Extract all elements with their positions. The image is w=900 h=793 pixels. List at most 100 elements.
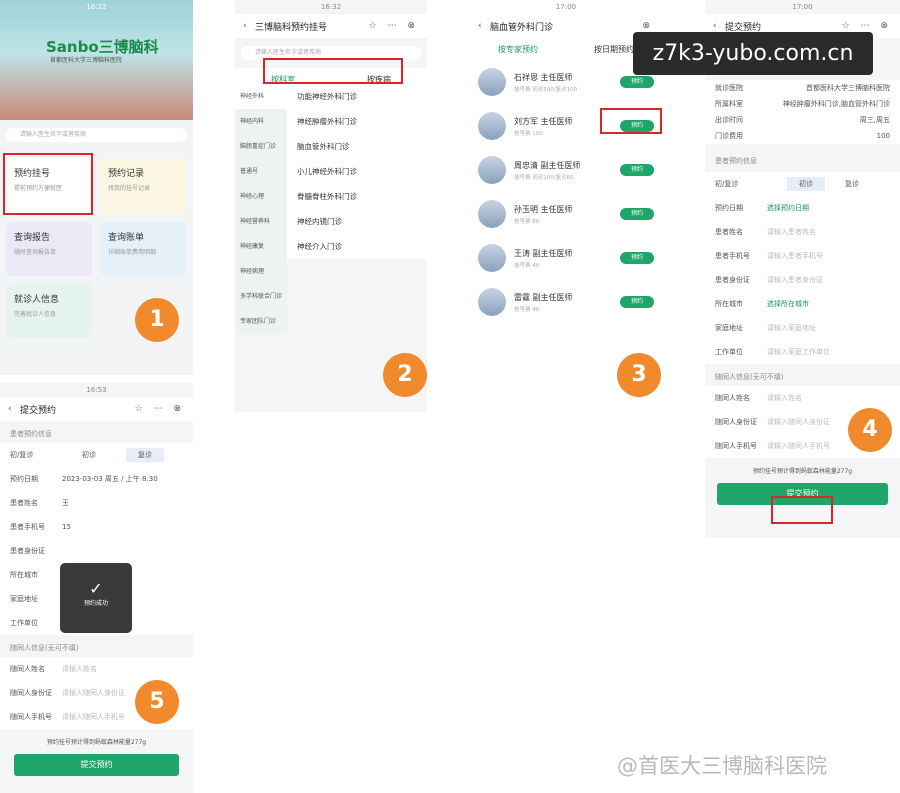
back-icon[interactable]: ‹ (713, 21, 725, 31)
field-label: 所在城市 (715, 300, 743, 308)
highlight-book (600, 108, 662, 134)
clinic-item[interactable]: 神经内镜门诊 (287, 209, 427, 234)
book-button[interactable]: 预约 (620, 296, 654, 308)
highlight-appointment (3, 153, 93, 215)
field-label: 随同人姓名 (10, 665, 45, 673)
sidebar-item[interactable]: 神经外科 (235, 84, 287, 109)
menu-icon[interactable]: ⊗ (642, 21, 654, 31)
clinic-item[interactable]: 脊髓脊柱外科门诊 (287, 184, 427, 209)
return-visit-option[interactable]: 复诊 (126, 448, 164, 462)
tab-by-expert[interactable]: 按专家预约 (498, 44, 538, 55)
doctor-item: 王涛 副主任医师 挂号费 40 预约 (470, 236, 662, 280)
menu-icon[interactable]: ☆ ⋯ ⊗ (135, 404, 185, 414)
clinic-item[interactable]: 神经介入门诊 (287, 234, 427, 259)
page-title: 提交预约 (725, 22, 762, 33)
department-sidebar: 神经外科 神经内科 脑肠重症门诊 普通号 神经心理 神经营养科 神经康复 神经病… (235, 84, 287, 334)
step-number: 3 (617, 353, 661, 397)
phone-input[interactable]: 请输入患者手机号 (767, 251, 823, 261)
doctor-name: 刘方军 主任医师 (514, 116, 573, 126)
section-title: 随同人信息(无可不填) (10, 644, 79, 652)
clinic-item[interactable]: 脑血管外科门诊 (287, 134, 427, 159)
work-input[interactable]: 请输入家庭工作单位 (767, 347, 830, 357)
doctor-item: 雷霆 副主任医师 挂号费 40 预约 (470, 280, 662, 324)
companion-phone-input[interactable]: 请输入随同人手机号 (767, 441, 830, 451)
field-label: 患者手机号 (715, 252, 750, 260)
doctor-fee: 挂号费 初诊100/复诊60 (514, 174, 574, 181)
date-picker[interactable]: 选择预约日期 (767, 203, 809, 213)
search-input[interactable]: 请输入医生名字或者疾病 (6, 128, 187, 142)
doctor-fee: 挂号费 100 (514, 130, 543, 137)
date-value: 2023-03-03 周五 / 上午 8:30 (62, 475, 158, 483)
visit-label: 初/复诊 (715, 180, 739, 188)
sidebar-item[interactable]: 脑肠重症门诊 (235, 134, 287, 159)
field-label: 患者身份证 (715, 276, 750, 284)
status-time: 17:00 (792, 3, 813, 11)
companion-name-input[interactable]: 请输入姓名 (767, 393, 802, 403)
id-input[interactable]: 请输入患者身份证 (767, 275, 823, 285)
clinic-item[interactable]: 神经肿瘤外科门诊 (287, 109, 427, 134)
address-input[interactable]: 请输入家庭地址 (767, 323, 816, 333)
sidebar-item[interactable]: 专家团队门诊 (235, 309, 287, 334)
page-title: 脑血管外科门诊 (490, 22, 554, 33)
back-icon[interactable]: ‹ (243, 21, 255, 31)
sidebar-item[interactable]: 神经康复 (235, 234, 287, 259)
page-title: 三博脑科预约挂号 (255, 22, 328, 33)
section-title: 患者预约信息 (10, 430, 52, 438)
companion-id-input[interactable]: 请输入随同人身份证 (767, 417, 830, 427)
card-desc: 详细账单费用明细 (108, 249, 157, 256)
info-value: 首都医科大学三博脑科医院 (806, 84, 890, 92)
submit-button[interactable]: 提交预约 (14, 754, 179, 776)
avatar (478, 200, 506, 228)
field-label: 工作单位 (10, 619, 38, 627)
clinic-item[interactable]: 小儿神经外科门诊 (287, 159, 427, 184)
field-label: 随同人手机号 (715, 442, 757, 450)
sidebar-item[interactable]: 神经病理 (235, 259, 287, 284)
tab-by-date[interactable]: 按日期预约 (594, 44, 634, 55)
hospital-banner: 16:22 Sanbo三博脑科 首都医科大学三博脑科医院 (0, 0, 193, 120)
field-label: 随同人手机号 (10, 713, 52, 721)
city-picker[interactable]: 选择所在城市 (767, 299, 809, 309)
back-icon[interactable]: ‹ (478, 21, 490, 31)
phone-value: 15 (62, 523, 71, 531)
companion-name-input[interactable]: 请输入姓名 (62, 664, 97, 674)
field-label: 工作单位 (715, 348, 743, 356)
field-label: 患者姓名 (715, 228, 743, 236)
first-visit-option[interactable]: 初诊 (787, 177, 825, 191)
menu-icon[interactable]: ☆ ⋯ ⊗ (369, 21, 419, 31)
return-visit-option[interactable]: 复诊 (845, 179, 859, 189)
back-icon[interactable]: ‹ (8, 404, 20, 414)
energy-note: 预约挂号预计得到蚂蚁森林能量277g (752, 468, 853, 475)
first-visit-option[interactable]: 初诊 (82, 450, 96, 460)
name-input[interactable]: 请输入患者姓名 (767, 227, 816, 237)
doctor-item: 周忠清 副主任医师 挂号费 初诊100/复诊60 预约 (470, 148, 662, 192)
sidebar-item[interactable]: 多学科联合门诊 (235, 284, 287, 309)
menu-icon[interactable]: ☆ ⋯ ⊗ (842, 21, 892, 31)
field-label: 家庭地址 (10, 595, 38, 603)
info-key: 所属科室 (715, 100, 743, 108)
records-card[interactable]: 预约记录 找我的挂号记录 (100, 158, 186, 214)
clinic-item[interactable]: 功能神经外科门诊 (287, 84, 427, 109)
hospital-logo: Sanbo三博脑科 (46, 38, 159, 56)
step-number: 5 (135, 680, 179, 724)
companion-phone-input[interactable]: 请输入随同人手机号 (62, 712, 125, 722)
sidebar-item[interactable]: 神经营养科 (235, 209, 287, 234)
card-desc: 完善就诊人信息 (14, 311, 57, 318)
book-button[interactable]: 预约 (620, 76, 654, 88)
step-number: 4 (848, 408, 892, 452)
card-desc: 随时查询报告单 (14, 249, 57, 256)
book-button[interactable]: 预约 (620, 208, 654, 220)
field-label: 随同人身份证 (715, 418, 757, 426)
report-card[interactable]: 查询报告 随时查询报告单 (6, 222, 92, 276)
bill-card[interactable]: 查询账单 详细账单费用明细 (100, 222, 186, 276)
book-button[interactable]: 预约 (620, 164, 654, 176)
sidebar-item[interactable]: 神经内科 (235, 109, 287, 134)
sidebar-item[interactable]: 普通号 (235, 159, 287, 184)
book-button[interactable]: 预约 (620, 252, 654, 264)
companion-id-input[interactable]: 请输入随同人身份证 (62, 688, 125, 698)
patient-info-card[interactable]: 就诊人信息 完善就诊人信息 (6, 284, 92, 338)
doctor-name: 王涛 副主任医师 (514, 248, 573, 258)
status-time: 16:32 (320, 3, 342, 11)
sidebar-item[interactable]: 神经心理 (235, 184, 287, 209)
section-title: 患者预约信息 (715, 157, 757, 165)
phone-success: 16:53 ‹ 提交预约 ☆ ⋯ ⊗ 患者预约信息 初/复诊 初诊 复诊 预约日期 202… (0, 383, 193, 793)
